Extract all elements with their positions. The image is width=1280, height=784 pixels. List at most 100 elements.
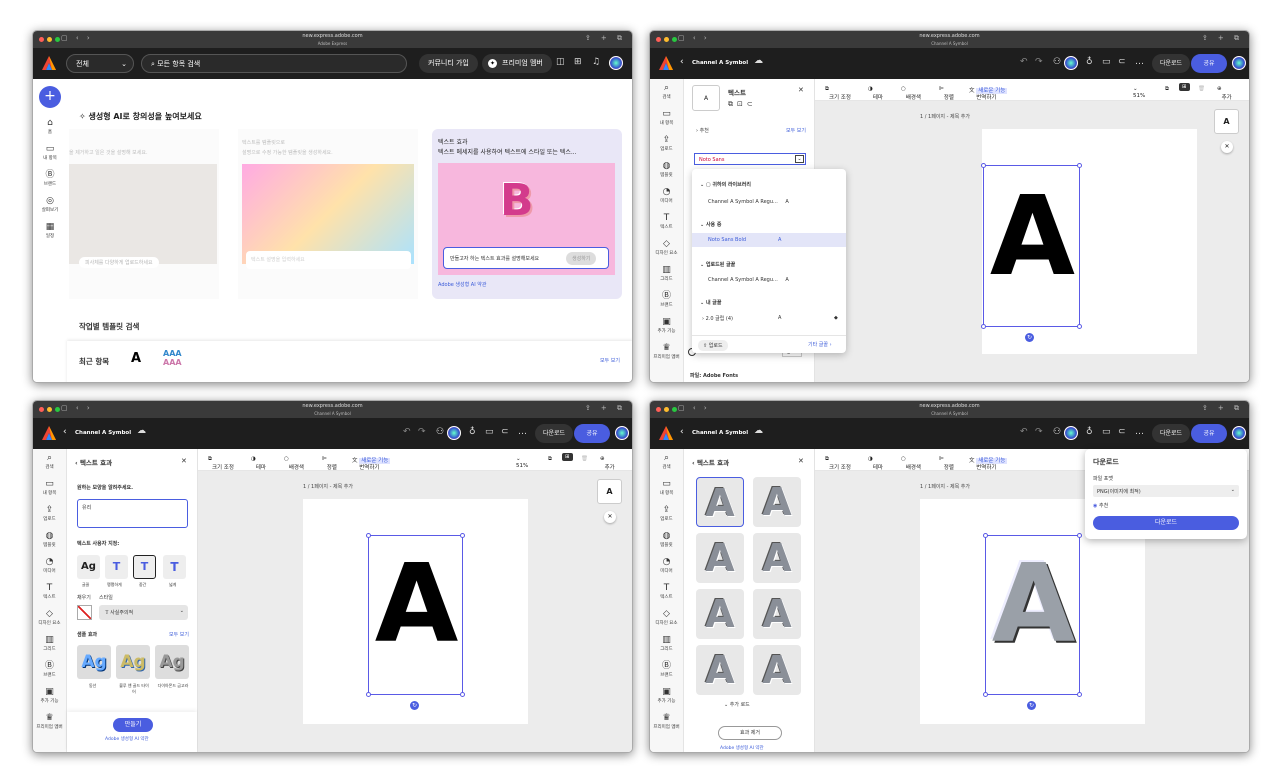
effect-result[interactable]: A: [696, 533, 744, 583]
rail-upload[interactable]: ⇪ 업로드: [33, 501, 66, 527]
make-button[interactable]: 만들기: [113, 718, 153, 732]
undo-icon[interactable]: ↶: [1020, 57, 1028, 67]
rail-brand[interactable]: Ⓑ 브랜드: [33, 166, 67, 192]
url-bar[interactable]: new.express.adobe.com: [33, 33, 632, 39]
card-text-effects[interactable]: 텍스트 효과 텍스트 메세지를 사용하여 텍스트에 스타일 또는 텍스... B…: [432, 129, 622, 299]
community-button[interactable]: 커뮤니티 가입: [419, 54, 478, 73]
theme-tool[interactable]: ◑ 테마: [868, 86, 883, 101]
rail-schedule[interactable]: ▦ 일정: [33, 218, 67, 244]
translate-tool[interactable]: 文 번역하기 새로운 기능: [969, 86, 1008, 101]
rail-my-items[interactable]: ▭ 내 항목: [33, 140, 67, 166]
download-confirm-button[interactable]: 다운로드: [1093, 516, 1239, 530]
rotate-icon[interactable]: ↻: [1025, 333, 1034, 342]
adobe-express-logo[interactable]: [658, 425, 674, 441]
rail-home[interactable]: ⌂ 홈: [33, 114, 67, 140]
doc-title[interactable]: Channel A Symbol: [692, 60, 748, 66]
rail-search[interactable]: ⌕ 검색: [33, 449, 66, 475]
adobe-express-logo[interactable]: [41, 425, 57, 441]
page-thumbnail[interactable]: A: [1214, 109, 1239, 134]
effect-result[interactable]: A: [696, 589, 744, 639]
share-button[interactable]: 공유: [1191, 424, 1227, 443]
rail-brand[interactable]: Ⓑ 브랜드: [650, 657, 683, 683]
close-icon[interactable]: ✕: [604, 511, 616, 523]
recent-item-aaa[interactable]: AAA AAA: [163, 349, 182, 367]
collaborator-avatar[interactable]: [1064, 426, 1078, 440]
rail-my-items[interactable]: ▭ 내 항목: [650, 475, 683, 501]
terms-link[interactable]: Adobe 생성형 AI 약관: [720, 745, 764, 751]
see-all-link[interactable]: 모두 보기: [786, 127, 806, 134]
trash-icon[interactable]: 🗑: [581, 456, 588, 462]
resize-tool[interactable]: ⧉ 크기 조정: [825, 456, 851, 471]
effect-prompt-input[interactable]: 만들고자 하는 텍스트 효과를 설명해보세요 생성하기: [443, 247, 609, 269]
card-input[interactable]: 텍스트 설명을 입력하세요: [246, 251, 411, 269]
effect-result-selected[interactable]: A: [696, 477, 744, 527]
align-tool[interactable]: ⊫ 정렬: [939, 86, 954, 101]
comment-icon[interactable]: ▭: [1102, 57, 1111, 67]
font-option[interactable]: › 2.0 글립 (4) A ◆: [702, 315, 838, 322]
layers-icon[interactable]: ⧉: [1165, 86, 1169, 93]
close-icon[interactable]: ✕: [798, 457, 804, 465]
rail-addons[interactable]: ▣ 추가 기능: [33, 683, 66, 709]
bgcolor-tool[interactable]: ○ 배경색: [284, 456, 304, 471]
download-button[interactable]: 다운로드: [535, 424, 573, 443]
text-tools-icon[interactable]: ⧉⊡⊂: [728, 100, 757, 109]
browser-actions-icon[interactable]: ⇪ + ⧉: [1202, 404, 1243, 413]
effect-result[interactable]: A: [753, 533, 801, 583]
tab-title[interactable]: Channel A Symbol: [650, 41, 1249, 46]
effect-result[interactable]: A: [753, 589, 801, 639]
adobe-express-logo[interactable]: [658, 55, 674, 71]
comment-icon[interactable]: ▭: [1102, 427, 1111, 437]
download-button[interactable]: 다운로드: [1152, 424, 1190, 443]
terms-link[interactable]: Adobe 생성형 AI 약관: [105, 736, 149, 742]
grid-toggle-icon[interactable]: ⊞: [1179, 83, 1190, 91]
load-more-button[interactable]: ⌄ 추가 로드: [724, 701, 750, 708]
premium-button[interactable]: ✦ 프리미엄 멤버: [482, 54, 552, 73]
doc-title[interactable]: Channel A Symbol: [75, 430, 131, 436]
rail-premium[interactable]: ♛ 프리미엄 멤버: [33, 709, 66, 735]
zoom-select[interactable]: 51% ⌄: [1133, 86, 1145, 99]
avatar[interactable]: [1232, 426, 1246, 440]
more-icon[interactable]: …: [1135, 427, 1144, 437]
avatar[interactable]: [615, 426, 629, 440]
text-preview-thumb[interactable]: A: [692, 85, 720, 111]
add-page-button[interactable]: ⊕ 추가: [600, 456, 615, 471]
invite-icon[interactable]: ⚇: [1053, 427, 1061, 437]
rail-upload[interactable]: ⇪ 업로드: [650, 131, 683, 157]
translate-tool[interactable]: 文 번역하기 새로운 기능: [352, 456, 391, 471]
chat-icon[interactable]: ◫: [556, 57, 565, 67]
collaborator-avatar[interactable]: [1064, 56, 1078, 70]
rail-premium[interactable]: ♛ 프리미엄 멤버: [650, 709, 683, 735]
trash-icon[interactable]: 🗑: [1198, 86, 1205, 92]
generate-button[interactable]: 생성하기: [566, 252, 597, 265]
filter-dropdown[interactable]: 전체 ⌄: [66, 54, 134, 73]
browser-actions-icon[interactable]: ⇪ + ⧉: [585, 34, 626, 43]
rail-upload[interactable]: ⇪ 업로드: [650, 501, 683, 527]
style-option-wide[interactable]: T: [163, 555, 186, 579]
url-bar[interactable]: new.express.adobe.com: [650, 33, 1249, 39]
rotate-icon[interactable]: ↻: [410, 701, 419, 710]
rail-text[interactable]: T 텍스트: [650, 209, 683, 235]
lightbulb-icon[interactable]: ♁: [1086, 57, 1093, 67]
rail-media[interactable]: ◔ 미디어: [33, 553, 66, 579]
remove-effect-button[interactable]: 효과 제거: [718, 726, 782, 740]
translate-tool[interactable]: 文 번역하기 새로운 기능: [969, 456, 1008, 471]
rail-design[interactable]: ◇ 디자인 요소: [650, 605, 683, 631]
close-icon[interactable]: ✕: [181, 457, 187, 465]
rail-search[interactable]: ⌕ 검색: [650, 79, 683, 105]
effect-result[interactable]: A: [753, 477, 801, 527]
download-button[interactable]: 다운로드: [1152, 54, 1190, 73]
effect-result[interactable]: A: [696, 645, 744, 695]
align-tool[interactable]: ⊫ 정렬: [939, 456, 954, 471]
url-bar[interactable]: new.express.adobe.com: [33, 403, 632, 409]
browser-actions-icon[interactable]: ⇪ + ⧉: [1202, 34, 1243, 43]
search-input[interactable]: ⌕ 모든 항목 검색: [141, 54, 407, 73]
rail-brand[interactable]: Ⓑ 브랜드: [650, 287, 683, 313]
invite-icon[interactable]: ⚇: [1053, 57, 1061, 67]
doc-title[interactable]: Channel A Symbol: [692, 430, 748, 436]
grid-toggle-icon[interactable]: ⊞: [562, 453, 573, 461]
rail-grid[interactable]: ▥ 그리드: [33, 631, 66, 657]
page-thumbnail[interactable]: A: [597, 479, 622, 504]
add-page-button[interactable]: ⊕ 추가: [1217, 86, 1232, 101]
rail-search[interactable]: ⌕ 검색: [650, 449, 683, 475]
recent-item-a[interactable]: A: [131, 351, 141, 366]
